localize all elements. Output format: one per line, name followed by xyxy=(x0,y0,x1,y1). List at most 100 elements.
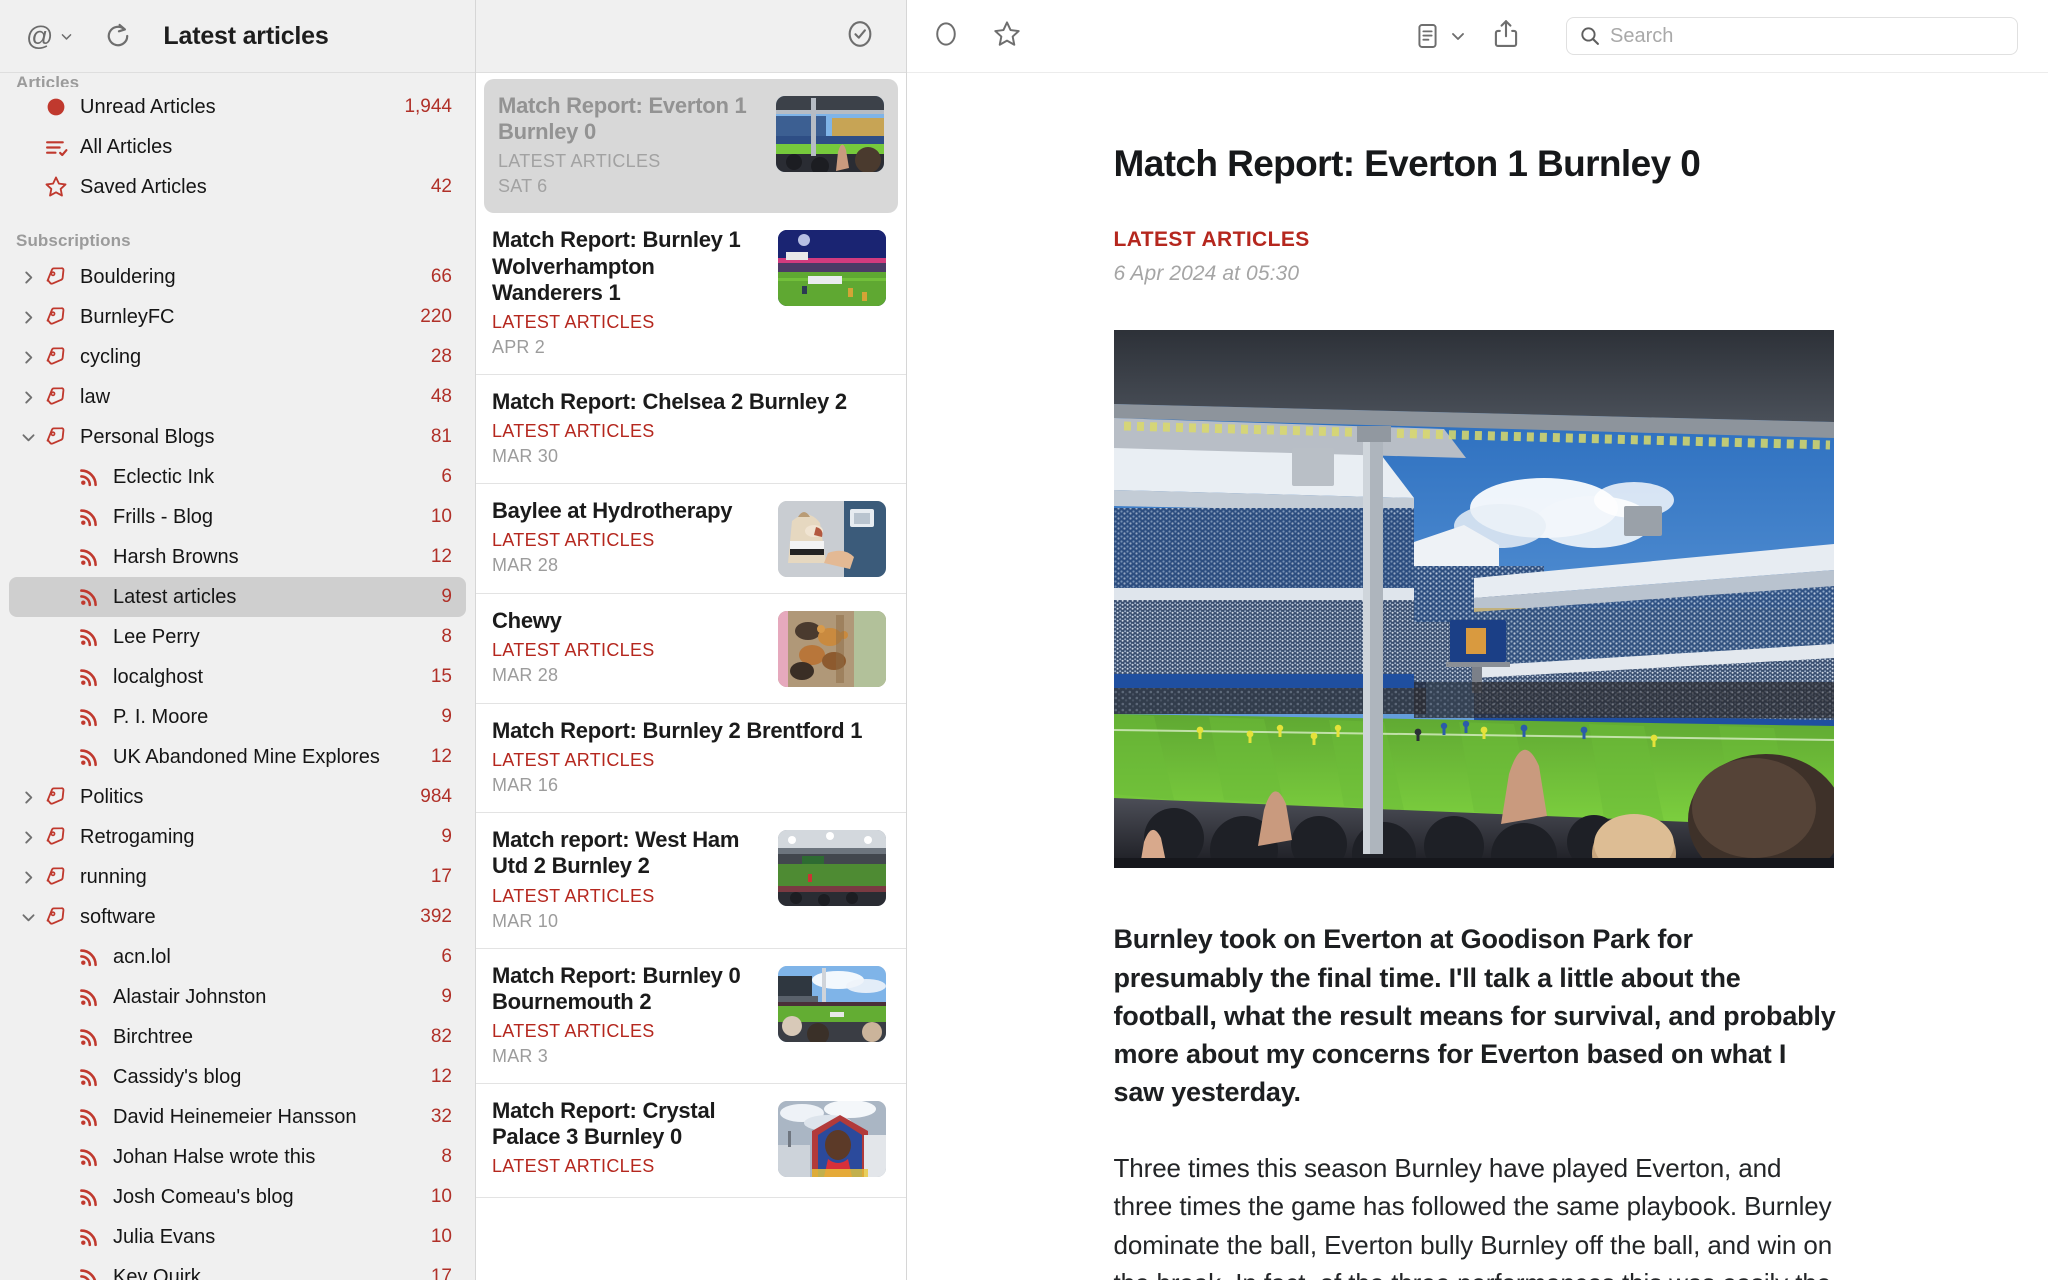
disclosure-triangle[interactable] xyxy=(17,870,39,885)
search-field[interactable]: Search xyxy=(1566,17,2018,55)
article-list-item[interactable]: Match Report: Chelsea 2 Burnley 2 LATEST … xyxy=(476,375,906,485)
sidebar-item-politics[interactable]: Politics 984 xyxy=(9,777,466,817)
disclosure-triangle[interactable] xyxy=(17,430,39,445)
article-item-feed: LATEST ARTICLES xyxy=(492,1156,655,1177)
sidebar-item-label: All Articles xyxy=(80,135,173,158)
unread-dot-icon xyxy=(47,98,65,116)
article-item-text: Baylee at Hydrotherapy LATEST ARTICLES MAR… xyxy=(492,498,766,577)
rss-icon-wrap xyxy=(74,625,104,649)
sidebar-item-johan-halse-wrote-this[interactable]: Johan Halse wrote this 8 xyxy=(9,1137,466,1177)
rss-icon-wrap xyxy=(74,1065,104,1089)
chevron-down-icon[interactable] xyxy=(21,430,36,445)
article-body-scroll[interactable]: Match Report: Everton 1 Burnley 0 LATEST… xyxy=(907,73,2048,1280)
sidebar-item-running[interactable]: running 17 xyxy=(9,857,466,897)
article-list-item[interactable]: Match Report: Burnley 1 Wolverhampton Wa… xyxy=(476,213,906,375)
sidebar-tree[interactable]: Articles Unread Articles 1,944 All Article… xyxy=(0,73,475,1280)
sidebar-item-count: 1,944 xyxy=(404,96,452,117)
disclosure-triangle[interactable] xyxy=(17,790,39,805)
sidebar-title: Latest articles xyxy=(163,21,329,50)
rss-icon xyxy=(80,1229,97,1247)
mark-all-read-button[interactable] xyxy=(844,18,876,55)
sidebar-item-law[interactable]: law 48 xyxy=(9,377,466,417)
disclosure-triangle[interactable] xyxy=(17,310,39,325)
star-button[interactable] xyxy=(991,18,1023,55)
reader-view-button[interactable] xyxy=(1414,21,1466,51)
article-list-item[interactable]: Match Report: Burnley 0 Bournemouth 2 LAT… xyxy=(476,949,906,1084)
article-list[interactable]: Match Report: Everton 1 Burnley 0 LATEST … xyxy=(476,73,906,1280)
chevron-right-icon[interactable] xyxy=(21,390,36,405)
sidebar-item-uk-abandoned-mine-explores[interactable]: UK Abandoned Mine Explores 12 xyxy=(9,737,466,777)
sidebar-item-all-articles[interactable]: All Articles xyxy=(9,127,466,167)
article-item-title: Match report: West Ham Utd 2 Burnley 2 xyxy=(492,827,740,879)
sidebar-item-acn-lol[interactable]: acn.lol 6 xyxy=(9,937,466,977)
sidebar-item-count: 48 xyxy=(430,386,452,407)
sidebar-item-count: 9 xyxy=(441,706,452,727)
sidebar-item-latest-articles[interactable]: Latest articles 9 xyxy=(9,577,466,617)
sidebar-item-count: 220 xyxy=(420,306,452,327)
disclosure-triangle[interactable] xyxy=(17,350,39,365)
sidebar-item-count: 6 xyxy=(441,946,452,967)
sidebar-item-burnleyfc[interactable]: BurnleyFC 220 xyxy=(9,297,466,337)
sidebar-item-cycling[interactable]: cycling 28 xyxy=(9,337,466,377)
article-list-item[interactable]: Baylee at Hydrotherapy LATEST ARTICLES MAR… xyxy=(476,484,906,595)
stadium-everton-thumb xyxy=(776,96,884,172)
sidebar-item-label: Johan Halse wrote this xyxy=(113,1145,316,1168)
account-selector[interactable]: @ xyxy=(26,22,73,50)
disclosure-triangle[interactable] xyxy=(17,830,39,845)
article-list-item[interactable]: Match report: West Ham Utd 2 Burnley 2 LA… xyxy=(476,813,906,949)
sidebar-item-david-heinemeier-hansson[interactable]: David Heinemeier Hansson 32 xyxy=(9,1097,466,1137)
disclosure-triangle[interactable] xyxy=(17,390,39,405)
chevron-right-icon[interactable] xyxy=(21,790,36,805)
chevron-right-icon[interactable] xyxy=(21,830,36,845)
disclosure-triangle[interactable] xyxy=(17,270,39,285)
sidebar-item-saved-articles[interactable]: Saved Articles 42 xyxy=(9,167,466,207)
sidebar-item-julia-evans[interactable]: Julia Evans 10 xyxy=(9,1217,466,1257)
sidebar-item-harsh-browns[interactable]: Harsh Browns 12 xyxy=(9,537,466,577)
sidebar-item-p-i-moore[interactable]: P. I. Moore 9 xyxy=(9,697,466,737)
article-list-item[interactable]: Chewy LATEST ARTICLES MAR 28 xyxy=(476,594,906,705)
article-list-item[interactable]: Match Report: Everton 1 Burnley 0 LATEST … xyxy=(484,79,898,214)
sidebar-item-bouldering[interactable]: Bouldering 66 xyxy=(9,257,466,297)
sidebar-item-alastair-johnston[interactable]: Alastair Johnston 9 xyxy=(9,977,466,1017)
chevron-right-icon[interactable] xyxy=(21,270,36,285)
sidebar-item-label: acn.lol xyxy=(113,945,171,968)
sidebar-item-software[interactable]: software 392 xyxy=(9,897,466,937)
sidebar-item-cassidy-s-blog[interactable]: Cassidy's blog 12 xyxy=(9,1057,466,1097)
article-item-title: Match Report: Burnley 0 Bournemouth 2 xyxy=(492,962,741,1014)
sidebar-section-articles: Articles xyxy=(16,73,80,87)
sidebar-item-count: 10 xyxy=(430,1186,452,1207)
chevron-right-icon[interactable] xyxy=(21,310,36,325)
article-list-item[interactable]: Match Report: Burnley 2 Brentford 1 LATES… xyxy=(476,704,906,814)
article-item-thumbnail xyxy=(778,1100,886,1177)
rss-icon-wrap xyxy=(74,665,104,689)
article-list-pane: Match Report: Everton 1 Burnley 0 LATEST … xyxy=(475,0,907,1280)
sidebar-item-retrogaming[interactable]: Retrogaming 9 xyxy=(9,817,466,857)
article-feed-name[interactable]: LATEST ARTICLES xyxy=(1114,228,1842,252)
chevron-down-icon[interactable] xyxy=(21,910,36,925)
chevron-right-icon[interactable] xyxy=(21,350,36,365)
sidebar-item-eclectic-ink[interactable]: Eclectic Ink 6 xyxy=(9,457,466,497)
chickens-thumb xyxy=(778,611,886,688)
sidebar-item-birchtree[interactable]: Birchtree 82 xyxy=(9,1017,466,1057)
sidebar-item-unread-articles[interactable]: Unread Articles 1,944 xyxy=(9,87,466,127)
article-list-item[interactable]: Match Report: Crystal Palace 3 Burnley 0… xyxy=(476,1084,906,1199)
sidebar-item-label: Politics xyxy=(80,785,144,808)
sidebar-item-kev-quirk[interactable]: Kev Quirk 17 xyxy=(9,1257,466,1280)
share-button[interactable] xyxy=(1492,18,1520,55)
disclosure-triangle[interactable] xyxy=(17,910,39,925)
rss-icon xyxy=(80,1149,97,1167)
sidebar-item-lee-perry[interactable]: Lee Perry 8 xyxy=(9,617,466,657)
toggle-read-button[interactable] xyxy=(931,19,961,54)
sidebar-item-label: Frills - Blog xyxy=(113,505,214,528)
sidebar-item-label: Harsh Browns xyxy=(113,545,239,568)
chevron-right-icon[interactable] xyxy=(21,870,36,885)
rss-icon xyxy=(80,989,97,1007)
sidebar-item-personal-blogs[interactable]: Personal Blogs 81 xyxy=(9,417,466,457)
refresh-button[interactable] xyxy=(103,21,133,51)
sidebar-item-localghost[interactable]: localghost 15 xyxy=(9,657,466,697)
sidebar-item-josh-comeau-s-blog[interactable]: Josh Comeau's blog 10 xyxy=(9,1177,466,1217)
article-item-thumbnail xyxy=(778,830,886,907)
sidebar-item-frills-blog[interactable]: Frills - Blog 10 xyxy=(9,497,466,537)
sidebar-item-count: 9 xyxy=(441,586,452,607)
sidebar-item-label: Cassidy's blog xyxy=(113,1065,242,1088)
